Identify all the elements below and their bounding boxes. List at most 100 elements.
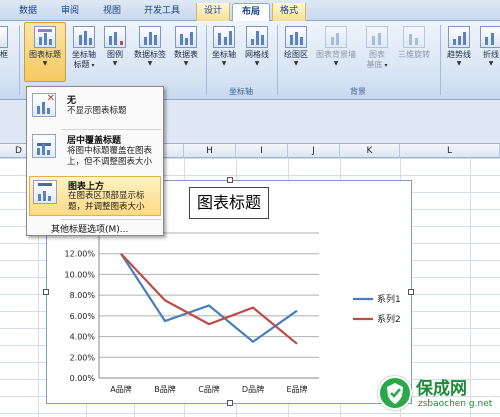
axis-titles-button[interactable]: 坐标轴 标题 ▾	[68, 23, 100, 79]
chart-floor-button[interactable]: 图表 基底 ▾	[361, 23, 393, 79]
series-line-1	[120, 253, 298, 344]
tab-format[interactable]: 格式	[272, 3, 306, 21]
lines-icon	[480, 26, 500, 48]
axes-label: 坐标轴	[212, 50, 236, 59]
ribbon-tab-bar: 数据 审阅 视图 开发工具 设计 布局 格式	[0, 0, 500, 21]
3d-rotation-button[interactable]: 三维旋转	[394, 23, 434, 79]
chevron-down-icon: ▼	[488, 60, 494, 67]
chart-wall-button[interactable]: 图表背景墙 ▼	[313, 23, 359, 79]
menu-item-title: 无	[67, 96, 77, 106]
y-tick-label: 2.00%	[70, 353, 96, 362]
shield-icon	[378, 376, 412, 410]
tab-review[interactable]: 审阅	[52, 3, 88, 21]
chart-title-dropdown: ✕ 无 不显示图表标题 居中覆盖标题 将图中标题覆盖在图表上，但不调整图表大小 …	[26, 86, 164, 236]
chart-wall-label: 图表背景墙	[316, 50, 356, 59]
chevron-down-icon: ▼	[456, 60, 462, 67]
menu-separator	[61, 129, 161, 130]
chart-title-button[interactable]: 图表标题 ▼	[24, 22, 66, 82]
chevron-down-icon: ▼	[42, 60, 48, 67]
legend-button[interactable]: 图例 ▼	[101, 23, 129, 79]
tab-data[interactable]: 数据	[10, 3, 46, 21]
x-tick-label: A品牌	[110, 384, 131, 394]
x-tick-label: B品牌	[154, 384, 176, 394]
chevron-down-icon: ▾	[89, 62, 95, 69]
data-table-button[interactable]: 数据表 ▼	[169, 23, 203, 79]
chart-floor-label-2: 基底	[366, 60, 383, 69]
y-tick-label: 12.00%	[64, 250, 95, 259]
group-label-axes: 坐标轴	[229, 87, 253, 96]
legend-label: 图例	[107, 50, 123, 59]
axes-button[interactable]: 坐标轴 ▼	[208, 23, 240, 79]
y-tick-label: 8.00%	[70, 291, 96, 300]
y-tick-label: 0.00%	[70, 374, 96, 383]
3d-rotation-icon	[403, 26, 425, 48]
resize-handle-top[interactable]	[227, 177, 233, 183]
plot-area-label: 绘图区	[284, 50, 308, 59]
trendline-icon	[448, 26, 470, 48]
column-header-i[interactable]: I	[236, 144, 288, 158]
text-box-button[interactable]: 本框	[0, 23, 14, 79]
chart-title[interactable]: 图表标题	[189, 187, 269, 219]
group-separator	[440, 25, 441, 95]
chevron-down-icon: ▼	[333, 60, 339, 67]
menu-item-more-title-options[interactable]: 其他标题选项(M)...	[29, 221, 161, 235]
plot-area-icon	[285, 26, 307, 48]
tab-design[interactable]: 设计	[196, 3, 230, 21]
no-title-icon: ✕	[32, 93, 56, 117]
data-labels-label: 数据标签	[134, 50, 166, 59]
resize-handle-left[interactable]	[43, 289, 49, 295]
column-header-h[interactable]: H	[184, 144, 236, 158]
chart-floor-label: 图表	[369, 50, 385, 59]
menu-item-description: 将图中标题覆盖在图表上，但不调整图表大小	[67, 146, 153, 167]
menu-item-centered-overlay[interactable]: 居中覆盖标题 将图中标题覆盖在图表上，但不调整图表大小	[29, 131, 161, 173]
y-tick-label: 6.00%	[70, 312, 96, 321]
trendline-label: 趋势线	[447, 50, 471, 59]
data-table-label: 数据表	[174, 50, 198, 59]
x-tick-label: D品牌	[242, 384, 264, 394]
tab-view[interactable]: 视图	[94, 3, 130, 21]
legend-label-1: 系列1	[377, 293, 401, 305]
data-labels-button[interactable]: 数据标签 ▼	[131, 23, 169, 79]
resize-handle-right[interactable]	[408, 289, 414, 295]
data-table-icon	[175, 26, 197, 48]
resize-handle-bottom[interactable]	[227, 400, 233, 406]
y-tick-label: 10.00%	[64, 270, 95, 279]
chart-title-icon	[34, 26, 56, 48]
chevron-down-icon: ▼	[147, 60, 153, 67]
data-labels-icon	[139, 26, 161, 48]
menu-item-description: 在图表区顶部显示标题，并调整图表大小	[68, 191, 145, 212]
group-separator	[206, 25, 207, 95]
column-header-j[interactable]: J	[288, 144, 340, 158]
group-label-background: 背景	[350, 87, 366, 96]
x-tick-label: E品牌	[286, 384, 307, 394]
menu-item-none[interactable]: ✕ 无 不显示图表标题	[29, 90, 161, 126]
column-header-l[interactable]: L	[400, 144, 500, 158]
chart-floor-icon	[366, 26, 388, 48]
watermark-logo: 保成网 zsbaochen g.net	[378, 372, 500, 417]
chevron-down-icon: ▼	[221, 60, 227, 67]
text-box-label: 本框	[0, 50, 8, 59]
menu-separator	[61, 219, 161, 220]
tab-developer[interactable]: 开发工具	[136, 3, 188, 21]
axis-titles-label-2: 标题	[73, 60, 90, 69]
chart-title-label: 图表标题	[29, 50, 61, 59]
trendline-button[interactable]: 趋势线 ▼	[443, 23, 475, 79]
y-tick-label: 4.00%	[70, 333, 96, 342]
group-separator	[19, 25, 20, 95]
lines-button[interactable]: 折线 ▼	[476, 23, 500, 79]
tab-layout[interactable]: 布局	[232, 3, 270, 21]
plot-area-button[interactable]: 绘图区 ▼	[280, 23, 312, 79]
gridlines-button[interactable]: 网格线 ▼	[241, 23, 273, 79]
axis-titles-icon	[73, 26, 95, 48]
menu-item-above-chart[interactable]: 图表上方 在图表区顶部显示标题，并调整图表大小	[29, 176, 161, 216]
overlay-title-icon	[32, 134, 56, 158]
lines-label: 折线	[483, 50, 499, 59]
legend-label-2: 系列2	[377, 313, 401, 325]
chevron-down-icon: ▼	[293, 60, 299, 67]
chevron-down-icon: ▼	[112, 60, 118, 67]
column-header-k[interactable]: K	[340, 144, 400, 158]
above-title-icon	[33, 180, 57, 204]
more-options-label: 其他标题选项(M)...	[51, 225, 129, 235]
chevron-down-icon: ▾	[382, 62, 388, 69]
menu-item-title: 居中覆盖标题	[67, 136, 122, 146]
